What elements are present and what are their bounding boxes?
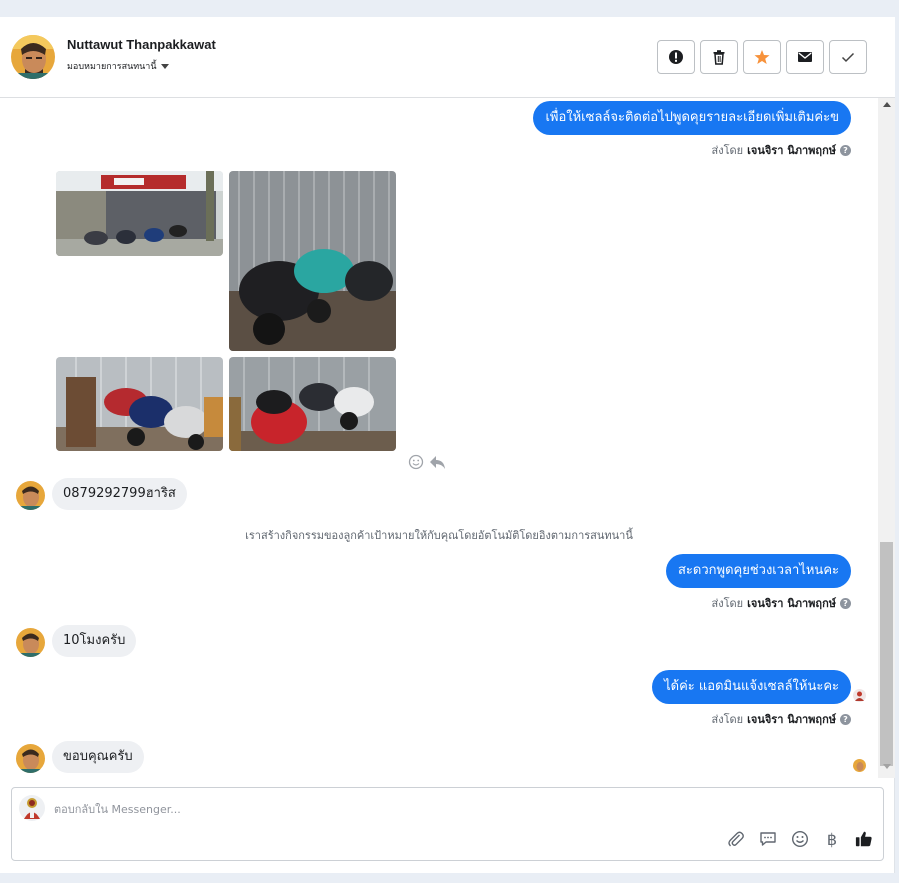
contact-avatar-small [16,744,45,773]
react-icon[interactable] [408,454,424,470]
help-icon[interactable]: ? [840,597,851,609]
outgoing-message: สะดวกพูดคุยช่วงเวลาไหนคะ [665,554,851,588]
paperclip-icon [728,831,744,847]
chat-bubble-icon [760,832,776,846]
seen-avatar [853,759,866,772]
reply-input[interactable] [54,800,754,818]
sender-name: เจนจิรา นิภาพฤกษ์ [747,144,836,157]
incoming-message: 10โมงครับ [52,625,137,657]
system-note: เราสร้างกิจกรรมของลูกค้าเป้าหมายให้กับคุ… [245,529,633,542]
contact-name[interactable]: Nuttawut Thanpakkawat [67,37,216,52]
alert-icon [669,50,683,64]
composer-tools: ฿ [727,829,873,849]
sent-by-prefix: ส่งโดย [711,597,744,610]
sent-by-prefix: ส่งโดย [711,144,744,157]
message-photo[interactable] [229,357,396,451]
thread-scrollbar[interactable] [878,98,895,778]
sender-name: เจนจิรา นิภาพฤกษ์ [747,597,836,610]
like-button[interactable] [855,830,873,848]
incoming-message: 0879292799ฮาริส [52,478,187,510]
delete-button[interactable] [700,40,738,74]
message-thread: เพื่อให้เซลล์จะติดต่อไปพูดคุยรายละเอียดเ… [0,98,878,778]
payment-button[interactable]: ฿ [823,829,841,849]
assign-conversation-label: มอบหมายการสนทนานี้ [67,62,157,72]
contact-avatar[interactable] [11,35,55,79]
outgoing-message: เพื่อให้เซลล์จะติดต่อไปพูดคุยรายละเอียดเ… [533,101,851,135]
scroll-thumb[interactable] [880,542,893,766]
star-button[interactable] [743,40,781,74]
contact-avatar-small [16,481,45,510]
page-avatar [19,795,45,821]
conversation-panel: Nuttawut Thanpakkawat มอบหมายการสนทนานี้ [0,17,895,873]
help-icon[interactable]: ? [840,713,851,725]
outgoing-message: ได้ค่ะ แอดมินแจ้งเซลล์ให้นะคะ [652,670,851,704]
message-photo[interactable] [56,171,223,256]
baht-icon: ฿ [826,829,838,849]
conversation-header: Nuttawut Thanpakkawat มอบหมายการสนทนานี้ [0,17,895,98]
mark-spam-button[interactable] [657,40,695,74]
thumbs-up-icon [855,831,872,847]
saved-replies-button[interactable] [759,830,777,848]
emoji-button[interactable] [791,830,809,848]
header-actions [657,40,867,74]
caret-down-icon [160,63,169,69]
scroll-down-arrow-icon[interactable] [883,764,891,769]
check-icon [841,52,855,63]
sent-by-prefix: ส่งโดย [711,713,744,726]
star-icon [754,50,770,64]
sent-by-label: ส่งโดย เจนจิรา นิภาพฤกษ์ ? [712,594,851,612]
mark-unread-button[interactable] [786,40,824,74]
scroll-up-arrow-icon[interactable] [883,102,891,107]
assign-conversation-dropdown[interactable]: มอบหมายการสนทนานี้ [67,59,169,73]
trash-icon [713,50,725,65]
seen-avatar [853,689,866,702]
smiley-icon [791,830,809,848]
help-icon[interactable]: ? [840,144,851,156]
sent-by-label: ส่งโดย เจนจิรา นิภาพฤกษ์ ? [712,141,851,159]
mark-done-button[interactable] [829,40,867,74]
incoming-message: ขอบคุณครับ [52,741,144,773]
message-photo[interactable] [229,171,396,351]
sender-name: เจนจิรา นิภาพฤกษ์ [747,713,836,726]
message-composer: ฿ [11,787,884,861]
contact-avatar-small [16,628,45,657]
envelope-icon [798,52,812,62]
attach-button[interactable] [727,830,745,848]
reply-icon[interactable] [429,454,446,470]
message-photo[interactable] [56,357,223,451]
sent-by-label: ส่งโดย เจนจิรา นิภาพฤกษ์ ? [712,710,851,728]
